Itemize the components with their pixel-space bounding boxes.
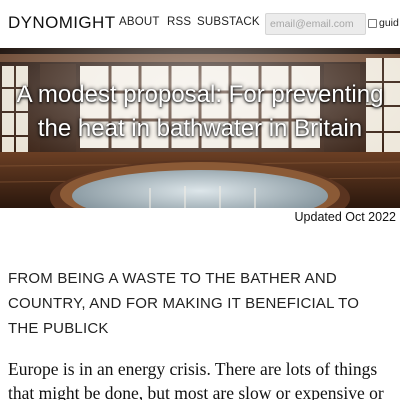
email-input[interactable] (265, 13, 366, 35)
guide-checkbox-label: guid (379, 17, 399, 29)
guide-checkbox[interactable] (368, 19, 377, 28)
hero-banner: A modest proposal: For preventing the he… (0, 48, 400, 208)
post-subtitle: FROM BEING A WASTE TO THE BATHER AND COU… (8, 270, 360, 337)
site-title-link[interactable]: DYNOMIGHT (8, 13, 115, 33)
site-header: DYNOMIGHT ABOUT RSS SUBSTACK guid (0, 0, 400, 48)
page: DYNOMIGHT ABOUT RSS SUBSTACK guid (0, 0, 400, 400)
post-intro-paragraph: Europe is in an energy crisis. There are… (8, 359, 384, 400)
nav-about-link[interactable]: ABOUT (119, 16, 160, 28)
nav-substack-link[interactable]: SUBSTACK (197, 16, 260, 28)
nav-rss-link[interactable]: RSS (167, 16, 191, 28)
post-title: A modest proposal: For preventing the he… (16, 81, 384, 142)
updated-date: Updated Oct 2022 (294, 210, 396, 224)
